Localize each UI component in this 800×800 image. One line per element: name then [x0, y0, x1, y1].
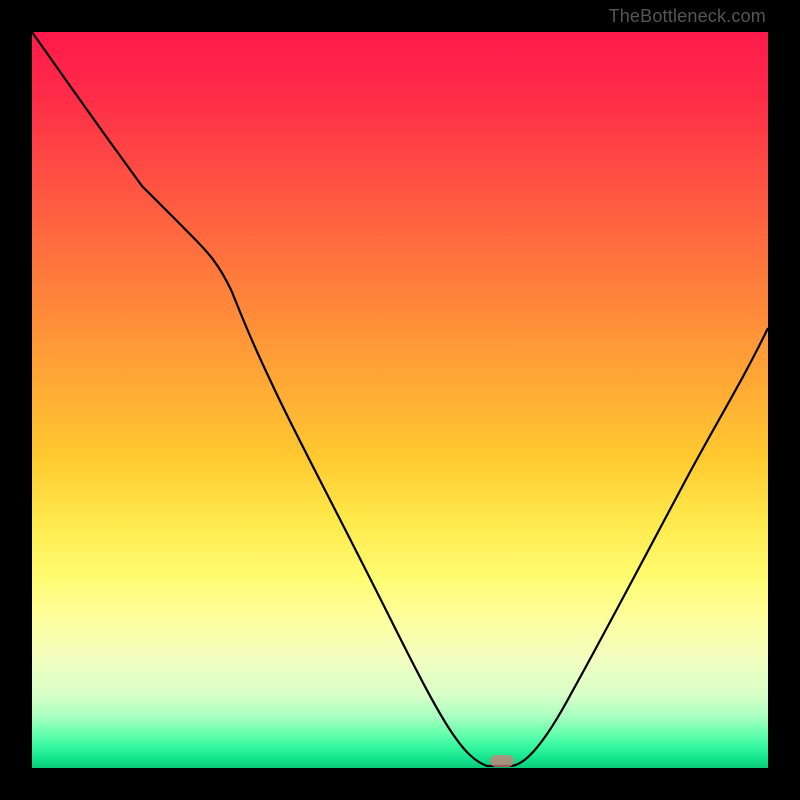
bottleneck-curve	[32, 32, 768, 768]
curve-path	[32, 32, 768, 766]
chart-container: TheBottleneck.com	[0, 0, 800, 800]
bottleneck-marker	[490, 755, 514, 767]
plot-area	[32, 32, 768, 768]
watermark-text: TheBottleneck.com	[609, 6, 766, 27]
